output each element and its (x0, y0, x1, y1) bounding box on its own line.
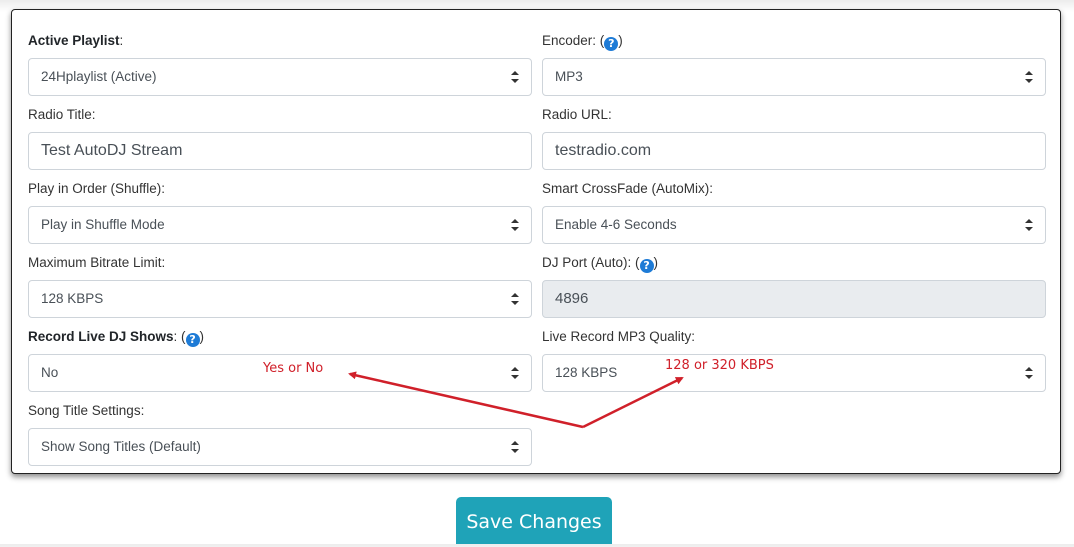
dj-port-label: DJ Port (Auto): (?) (542, 255, 659, 273)
select-caret-icon (511, 441, 519, 453)
record-quality-value: 128 KBPS (555, 365, 618, 380)
crossfade-select[interactable]: Enable 4-6 Seconds (542, 206, 1046, 244)
song-title-value: Show Song Titles (Default) (41, 439, 201, 454)
select-caret-icon (511, 367, 519, 379)
annotation-quality-hint: 128 or 320 KBPS (665, 358, 774, 373)
encoder-value: MP3 (555, 69, 583, 84)
record-live-value: No (41, 365, 59, 380)
max-bitrate-select[interactable]: 128 KBPS (28, 280, 532, 318)
encoder-label: Encoder: (?) (542, 33, 623, 51)
encoder-select[interactable]: MP3 (542, 58, 1046, 96)
active-playlist-label: Active Playlist: (28, 33, 124, 48)
active-playlist-field: Active Playlist: 24Hplaylist (Active) (28, 31, 532, 96)
record-quality-label: Live Record MP3 Quality: (542, 329, 696, 344)
record-quality-select[interactable]: 128 KBPS (542, 354, 1046, 392)
select-caret-icon (1025, 219, 1033, 231)
radio-url-label: Radio URL: (542, 107, 612, 122)
record-live-field: Record Live DJ Shows: (?) No (28, 327, 532, 392)
encoder-field: Encoder: (?) MP3 (542, 31, 1046, 96)
select-caret-icon (511, 293, 519, 305)
dj-port-field: DJ Port (Auto): (?) 4896 (542, 253, 1046, 318)
select-caret-icon (511, 219, 519, 231)
song-title-field: Song Title Settings: Show Song Titles (D… (28, 401, 532, 466)
radio-title-label: Radio Title: (28, 107, 96, 122)
play-order-value: Play in Shuffle Mode (41, 217, 165, 232)
dj-port-value: 4896 (555, 290, 589, 307)
max-bitrate-label: Maximum Bitrate Limit: (28, 255, 166, 270)
play-order-select[interactable]: Play in Shuffle Mode (28, 206, 532, 244)
radio-url-field: Radio URL: testradio.com (542, 105, 1046, 170)
crossfade-label: Smart CrossFade (AutoMix): (542, 181, 714, 196)
active-playlist-value: 24Hplaylist (Active) (41, 69, 157, 84)
save-changes-button[interactable]: Save Changes (456, 497, 612, 544)
radio-url-value: testradio.com (555, 142, 652, 159)
select-caret-icon (1025, 71, 1033, 83)
help-icon[interactable]: ? (639, 259, 654, 273)
crossfade-field: Smart CrossFade (AutoMix): Enable 4-6 Se… (542, 179, 1046, 244)
max-bitrate-field: Maximum Bitrate Limit: 128 KBPS (28, 253, 532, 318)
annotation-record-hint: Yes or No (263, 361, 324, 376)
record-quality-field: Live Record MP3 Quality: 128 KBPS (542, 327, 1046, 392)
play-order-label: Play in Order (Shuffle): (28, 181, 166, 196)
help-icon[interactable]: ? (185, 333, 200, 347)
help-icon[interactable]: ? (604, 37, 619, 51)
song-title-select[interactable]: Show Song Titles (Default) (28, 428, 532, 466)
play-order-field: Play in Order (Shuffle): Play in Shuffle… (28, 179, 532, 244)
select-caret-icon (511, 71, 519, 83)
radio-title-value: Test AutoDJ Stream (41, 142, 183, 159)
stream-settings-card: Active Playlist: 24Hplaylist (Active) En… (11, 9, 1061, 474)
record-live-label: Record Live DJ Shows: (?) (28, 329, 205, 347)
dj-port-input: 4896 (542, 280, 1046, 318)
radio-title-field: Radio Title: Test AutoDJ Stream (28, 105, 532, 170)
max-bitrate-value: 128 KBPS (41, 291, 104, 306)
radio-title-input[interactable]: Test AutoDJ Stream (28, 132, 532, 170)
song-title-label: Song Title Settings: (28, 403, 145, 418)
radio-url-input[interactable]: testradio.com (542, 132, 1046, 170)
active-playlist-select[interactable]: 24Hplaylist (Active) (28, 58, 532, 96)
select-caret-icon (1025, 367, 1033, 379)
crossfade-value: Enable 4-6 Seconds (555, 217, 677, 232)
